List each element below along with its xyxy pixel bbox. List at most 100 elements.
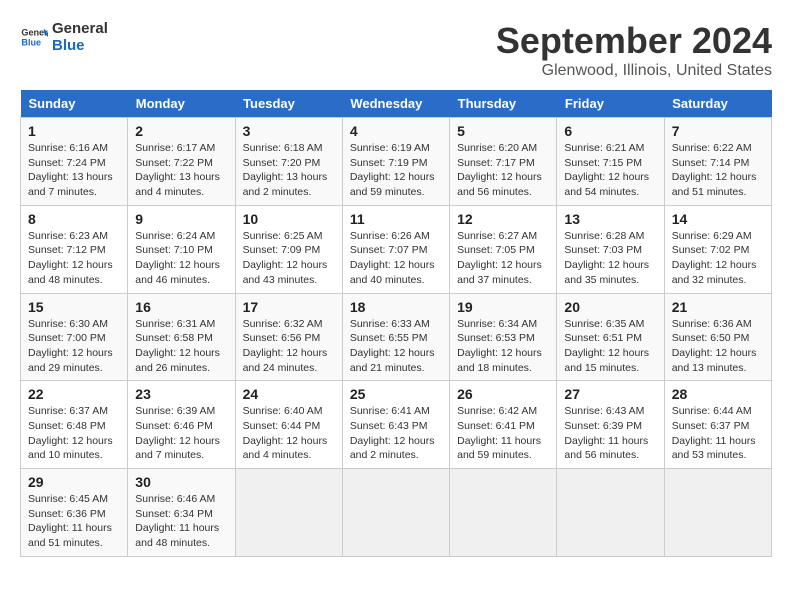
day-cell [557,469,664,557]
day-cell: 7 Sunrise: 6:22 AM Sunset: 7:14 PM Daylig… [664,118,771,206]
day-info: Sunrise: 6:25 AM Sunset: 7:09 PM Dayligh… [243,229,335,288]
logo-line2: Blue [52,37,108,54]
day-cell: 13 Sunrise: 6:28 AM Sunset: 7:03 PM Dayli… [557,205,664,293]
day-number: 20 [564,299,656,315]
day-cell: 23 Sunrise: 6:39 AM Sunset: 6:46 PM Dayli… [128,381,235,469]
day-cell: 27 Sunrise: 6:43 AM Sunset: 6:39 PM Dayli… [557,381,664,469]
day-number: 1 [28,123,120,139]
day-info: Sunrise: 6:45 AM Sunset: 6:36 PM Dayligh… [28,492,120,551]
day-cell: 1 Sunrise: 6:16 AM Sunset: 7:24 PM Daylig… [21,118,128,206]
day-number: 26 [457,386,549,402]
day-cell [342,469,449,557]
day-cell: 22 Sunrise: 6:37 AM Sunset: 6:48 PM Dayli… [21,381,128,469]
header-row: SundayMondayTuesdayWednesdayThursdayFrid… [21,90,772,118]
day-number: 6 [564,123,656,139]
day-cell [235,469,342,557]
day-info: Sunrise: 6:32 AM Sunset: 6:56 PM Dayligh… [243,317,335,376]
calendar-subtitle: Glenwood, Illinois, United States [496,62,772,80]
day-number: 10 [243,211,335,227]
day-cell: 11 Sunrise: 6:26 AM Sunset: 7:07 PM Dayli… [342,205,449,293]
day-number: 4 [350,123,442,139]
header-cell-thursday: Thursday [450,90,557,118]
day-info: Sunrise: 6:23 AM Sunset: 7:12 PM Dayligh… [28,229,120,288]
day-number: 18 [350,299,442,315]
title-block: September 2024 Glenwood, Illinois, Unite… [496,20,772,80]
logo-line1: General [52,20,108,37]
day-info: Sunrise: 6:36 AM Sunset: 6:50 PM Dayligh… [672,317,764,376]
svg-text:Blue: Blue [21,38,41,48]
day-cell: 30 Sunrise: 6:46 AM Sunset: 6:34 PM Dayli… [128,469,235,557]
day-number: 16 [135,299,227,315]
day-cell: 6 Sunrise: 6:21 AM Sunset: 7:15 PM Daylig… [557,118,664,206]
calendar-title: September 2024 [496,20,772,62]
day-cell: 2 Sunrise: 6:17 AM Sunset: 7:22 PM Daylig… [128,118,235,206]
day-info: Sunrise: 6:37 AM Sunset: 6:48 PM Dayligh… [28,404,120,463]
day-info: Sunrise: 6:43 AM Sunset: 6:39 PM Dayligh… [564,404,656,463]
day-info: Sunrise: 6:44 AM Sunset: 6:37 PM Dayligh… [672,404,764,463]
header-cell-wednesday: Wednesday [342,90,449,118]
day-cell: 17 Sunrise: 6:32 AM Sunset: 6:56 PM Dayli… [235,293,342,381]
day-info: Sunrise: 6:46 AM Sunset: 6:34 PM Dayligh… [135,492,227,551]
day-info: Sunrise: 6:24 AM Sunset: 7:10 PM Dayligh… [135,229,227,288]
day-cell: 19 Sunrise: 6:34 AM Sunset: 6:53 PM Dayli… [450,293,557,381]
day-cell: 16 Sunrise: 6:31 AM Sunset: 6:58 PM Dayli… [128,293,235,381]
day-number: 25 [350,386,442,402]
day-info: Sunrise: 6:41 AM Sunset: 6:43 PM Dayligh… [350,404,442,463]
day-info: Sunrise: 6:26 AM Sunset: 7:07 PM Dayligh… [350,229,442,288]
header-cell-tuesday: Tuesday [235,90,342,118]
day-info: Sunrise: 6:29 AM Sunset: 7:02 PM Dayligh… [672,229,764,288]
day-info: Sunrise: 6:34 AM Sunset: 6:53 PM Dayligh… [457,317,549,376]
day-info: Sunrise: 6:28 AM Sunset: 7:03 PM Dayligh… [564,229,656,288]
day-cell: 28 Sunrise: 6:44 AM Sunset: 6:37 PM Dayli… [664,381,771,469]
day-number: 11 [350,211,442,227]
day-number: 28 [672,386,764,402]
day-number: 24 [243,386,335,402]
day-number: 17 [243,299,335,315]
day-info: Sunrise: 6:39 AM Sunset: 6:46 PM Dayligh… [135,404,227,463]
day-number: 13 [564,211,656,227]
day-info: Sunrise: 6:27 AM Sunset: 7:05 PM Dayligh… [457,229,549,288]
day-info: Sunrise: 6:20 AM Sunset: 7:17 PM Dayligh… [457,141,549,200]
day-info: Sunrise: 6:31 AM Sunset: 6:58 PM Dayligh… [135,317,227,376]
day-info: Sunrise: 6:40 AM Sunset: 6:44 PM Dayligh… [243,404,335,463]
day-number: 22 [28,386,120,402]
day-cell [664,469,771,557]
calendar-table: SundayMondayTuesdayWednesdayThursdayFrid… [20,90,772,557]
day-cell: 9 Sunrise: 6:24 AM Sunset: 7:10 PM Daylig… [128,205,235,293]
day-info: Sunrise: 6:33 AM Sunset: 6:55 PM Dayligh… [350,317,442,376]
day-number: 9 [135,211,227,227]
day-number: 21 [672,299,764,315]
day-info: Sunrise: 6:35 AM Sunset: 6:51 PM Dayligh… [564,317,656,376]
day-number: 7 [672,123,764,139]
day-number: 5 [457,123,549,139]
day-info: Sunrise: 6:30 AM Sunset: 7:00 PM Dayligh… [28,317,120,376]
day-cell [450,469,557,557]
day-cell: 25 Sunrise: 6:41 AM Sunset: 6:43 PM Dayli… [342,381,449,469]
day-number: 27 [564,386,656,402]
day-number: 29 [28,474,120,490]
day-cell: 3Sunrise: 6:18 AM Sunset: 7:20 PM Daylig… [235,118,342,206]
logo: General Blue General Blue [20,20,108,55]
week-row-5: 29 Sunrise: 6:45 AM Sunset: 6:36 PM Dayli… [21,469,772,557]
day-cell: 24 Sunrise: 6:40 AM Sunset: 6:44 PM Dayli… [235,381,342,469]
week-row-3: 15 Sunrise: 6:30 AM Sunset: 7:00 PM Dayli… [21,293,772,381]
logo-icon: General Blue [20,23,48,51]
day-info: Sunrise: 6:21 AM Sunset: 7:15 PM Dayligh… [564,141,656,200]
week-row-4: 22 Sunrise: 6:37 AM Sunset: 6:48 PM Dayli… [21,381,772,469]
day-number: 14 [672,211,764,227]
week-row-2: 8Sunrise: 6:23 AM Sunset: 7:12 PM Daylig… [21,205,772,293]
day-cell: 18 Sunrise: 6:33 AM Sunset: 6:55 PM Dayli… [342,293,449,381]
day-cell: 14 Sunrise: 6:29 AM Sunset: 7:02 PM Dayli… [664,205,771,293]
day-info: Sunrise: 6:17 AM Sunset: 7:22 PM Dayligh… [135,141,227,200]
day-info: Sunrise: 6:22 AM Sunset: 7:14 PM Dayligh… [672,141,764,200]
day-number: 19 [457,299,549,315]
day-number: 2 [135,123,227,139]
header: General Blue General Blue September 2024… [20,20,772,80]
day-number: 23 [135,386,227,402]
day-number: 15 [28,299,120,315]
day-cell: 4 Sunrise: 6:19 AM Sunset: 7:19 PM Daylig… [342,118,449,206]
day-cell: 26Sunrise: 6:42 AM Sunset: 6:41 PM Dayli… [450,381,557,469]
day-number: 30 [135,474,227,490]
day-info: Sunrise: 6:16 AM Sunset: 7:24 PM Dayligh… [28,141,120,200]
day-info: Sunrise: 6:19 AM Sunset: 7:19 PM Dayligh… [350,141,442,200]
